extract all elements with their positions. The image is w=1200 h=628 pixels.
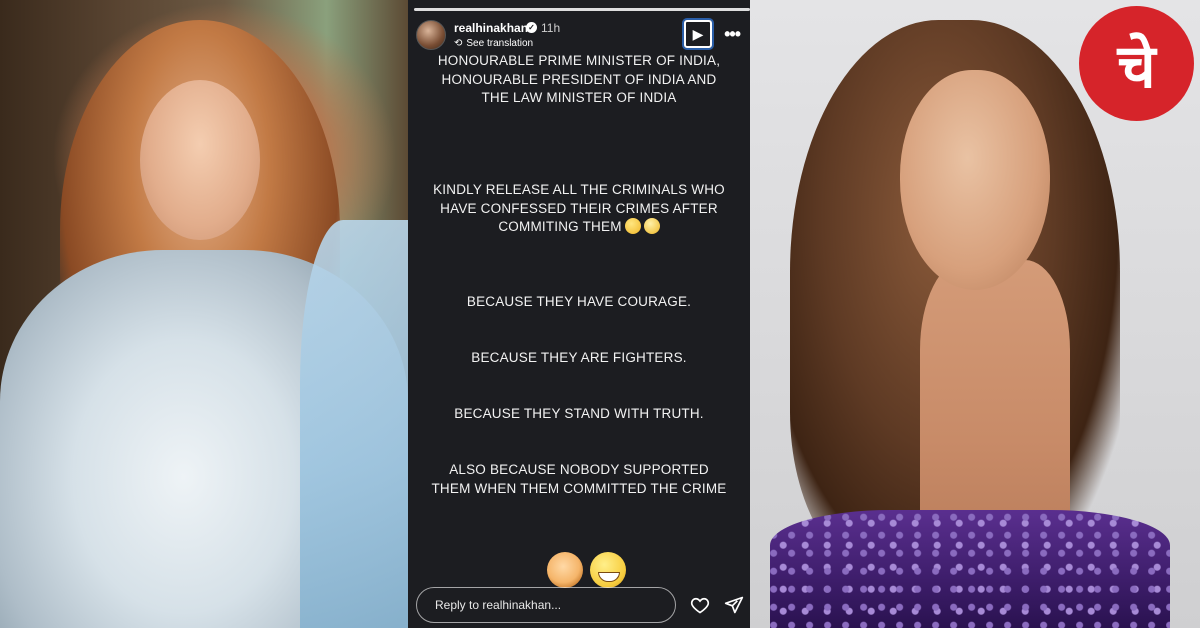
right-photo-face bbox=[900, 70, 1050, 290]
heart-icon[interactable] bbox=[690, 595, 710, 615]
left-photo-scarf bbox=[300, 220, 408, 628]
story-paragraph-6: ALSO BECAUSE NOBODY SUPPORTED THEM WHEN … bbox=[431, 462, 727, 496]
left-photo-face bbox=[140, 80, 260, 240]
right-photo-sequin-top bbox=[770, 510, 1170, 628]
story-paragraph-4: BECAUSE THEY ARE FIGHTERS. bbox=[471, 350, 687, 365]
verified-badge-icon: ✓ bbox=[526, 22, 537, 33]
story-header: realhinakhan ✓ 11h ⟲ See translation ▶ •… bbox=[416, 18, 742, 54]
reply-input[interactable]: Reply to realhinakhan... bbox=[416, 587, 676, 623]
grimace-emoji-icon bbox=[624, 218, 641, 234]
translate-icon: ⟲ bbox=[454, 38, 463, 49]
story-paragraph-1: HONOURABLE PRIME MINISTER OF INDIA, HONO… bbox=[437, 53, 721, 105]
story-paragraph-5: BECAUSE THEY STAND WITH TRUTH. bbox=[454, 406, 704, 421]
story-paragraph-2-text: KINDLY RELEASE ALL THE CRIMINALS WHO HAV… bbox=[433, 182, 725, 234]
see-translation-link[interactable]: ⟲ See translation bbox=[454, 38, 533, 49]
instagram-story: realhinakhan ✓ 11h ⟲ See translation ▶ •… bbox=[408, 0, 750, 628]
see-translation-label: See translation bbox=[466, 38, 534, 49]
grin-emoji-icon bbox=[590, 552, 626, 588]
story-progress-bar bbox=[414, 8, 750, 11]
eye-roll-emoji-icon bbox=[643, 218, 660, 234]
facepalm-emoji-icon bbox=[547, 552, 583, 588]
story-paragraph-3: BECAUSE THEY HAVE COURAGE. bbox=[466, 294, 692, 309]
more-options-button[interactable]: ••• bbox=[724, 24, 741, 45]
play-button[interactable]: ▶ bbox=[684, 20, 712, 48]
send-icon[interactable] bbox=[724, 595, 744, 615]
play-icon: ▶ bbox=[692, 25, 704, 42]
more-icon: ••• bbox=[724, 24, 741, 44]
left-photo bbox=[0, 0, 408, 628]
brand-logo: चे bbox=[1079, 6, 1194, 121]
story-username[interactable]: realhinakhan bbox=[454, 21, 528, 35]
story-time: 11h bbox=[541, 21, 561, 35]
avatar[interactable] bbox=[416, 20, 446, 50]
story-paragraph-2: KINDLY RELEASE ALL THE CRIMINALS WHO HAV… bbox=[428, 181, 730, 237]
